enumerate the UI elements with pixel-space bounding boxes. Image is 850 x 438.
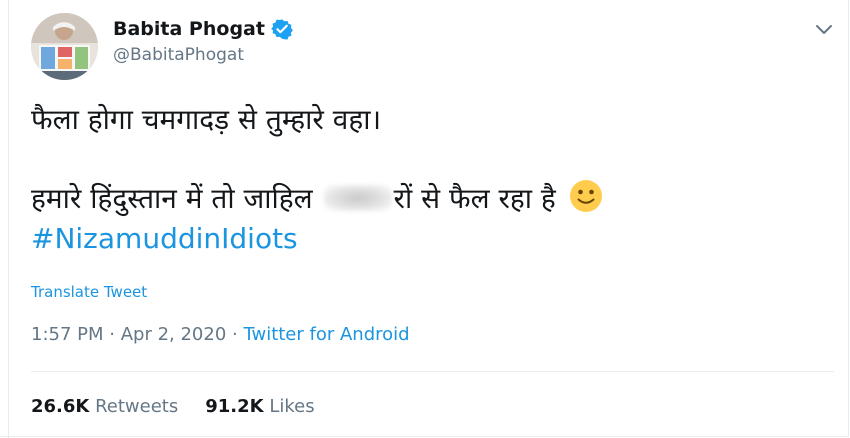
meta-separator: · <box>226 324 244 345</box>
verified-badge-icon <box>271 18 293 40</box>
hashtag-link[interactable]: #NizamuddinIdiots <box>31 219 821 259</box>
retweets-label: Retweets <box>95 396 179 417</box>
name-row: Babita Phogat <box>113 16 293 42</box>
timeline-border <box>8 0 9 438</box>
likes-count: 91.2K <box>205 396 264 417</box>
divider <box>31 371 834 372</box>
author-handle[interactable]: @BabitaPhogat <box>113 45 293 65</box>
avatar[interactable] <box>31 13 98 80</box>
retweets-count: 26.6K <box>31 396 90 417</box>
slightly-smiling-face-icon <box>569 179 603 213</box>
tweet-date[interactable]: Apr 2, 2020 <box>121 324 227 345</box>
retweets-stat[interactable]: 26.6K Retweets <box>31 396 178 417</box>
chevron-down-icon[interactable] <box>814 19 834 39</box>
translate-tweet-link[interactable]: Translate Tweet <box>31 283 147 301</box>
author-block: Babita Phogat @BabitaPhogat <box>113 16 293 65</box>
tweet-text: फैला होगा चमगादड़ से तुम्हारे वहा। हमारे… <box>31 100 821 259</box>
likes-label: Likes <box>269 396 315 417</box>
profile-photo-icon <box>31 13 98 80</box>
tweet-source-link[interactable]: Twitter for Android <box>243 324 409 345</box>
author-name[interactable]: Babita Phogat <box>113 18 265 40</box>
meta-separator: · <box>103 324 121 345</box>
tweet-line-2-after: रों से फैल रहा है <box>393 182 556 215</box>
tweet-meta: 1:57 PM · Apr 2, 2020 · Twitter for Andr… <box>31 324 410 345</box>
likes-stat[interactable]: 91.2K Likes <box>205 396 314 417</box>
tweet-stats: 26.6K Retweets 91.2K Likes <box>31 396 315 417</box>
tweet-time[interactable]: 1:57 PM <box>31 324 104 345</box>
blurred-word <box>323 185 392 211</box>
tweet-line-2-before: हमारे हिंदुस्तान में तो जाहिल <box>31 182 313 215</box>
tweet-line-2: हमारे हिंदुस्तान में तो जाहिल रों से फैल… <box>31 179 821 219</box>
tweet-line-1: फैला होगा चमगादड़ से तुम्हारे वहा। <box>31 103 382 136</box>
